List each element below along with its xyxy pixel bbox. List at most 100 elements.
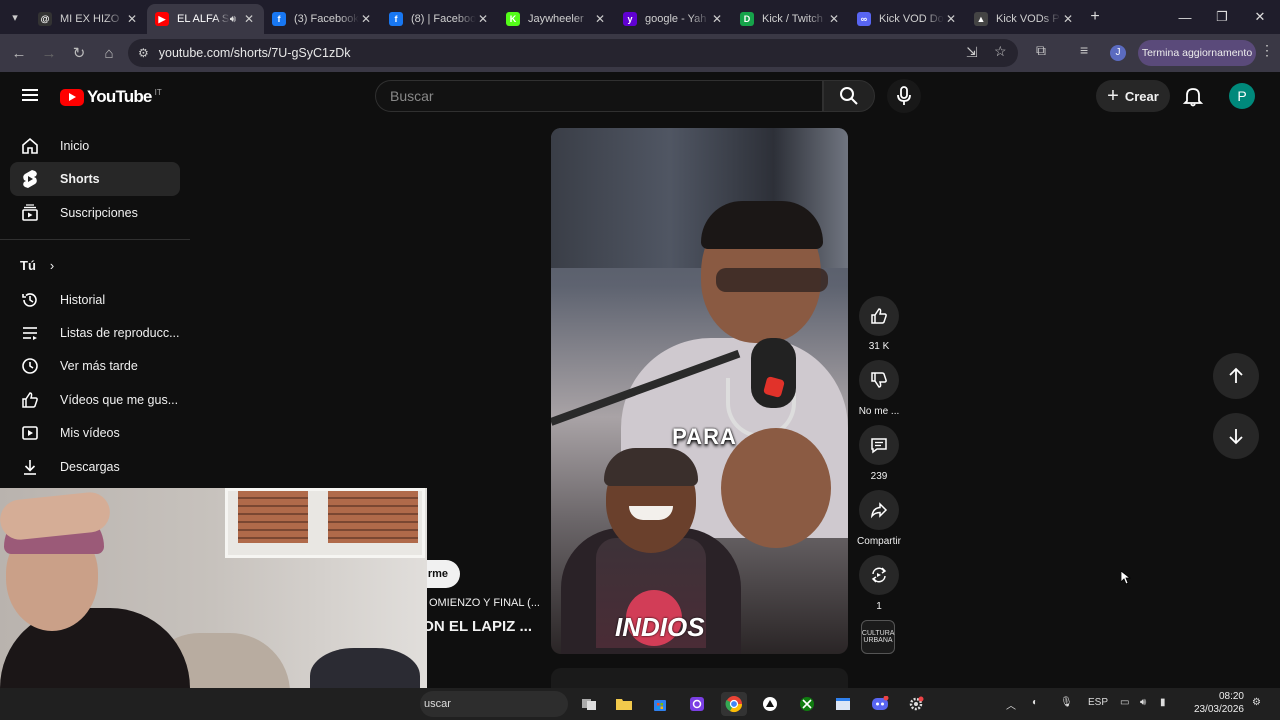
tab-close-icon[interactable]: ✕ <box>242 12 256 26</box>
sidebar-item-videos-que-me-gustan[interactable]: Vídeos que me gus... <box>10 383 180 417</box>
notification-center-icon[interactable]: ⚙ <box>1252 697 1261 708</box>
tab-close-icon[interactable]: ✕ <box>944 12 958 26</box>
update-browser-button[interactable]: Termina aggiornamento <box>1138 40 1256 66</box>
sidebar-item-descargas[interactable]: Descargas <box>10 450 180 484</box>
facebook-icon: f <box>389 12 403 26</box>
sidebar-item-listas[interactable]: Listas de reproducc... <box>10 316 180 350</box>
browser-tab[interactable]: f (3) Facebook ✕ <box>264 4 381 34</box>
browser-tab[interactable]: K Jaywheeler ✕ <box>498 4 615 34</box>
discord-icon[interactable] <box>867 692 893 716</box>
maximize-button[interactable]: ❐ <box>1203 0 1241 34</box>
plus-icon: + <box>1107 85 1119 107</box>
app-purple-icon[interactable] <box>684 692 710 716</box>
youtube-logo[interactable]: YouTube IT <box>60 87 162 107</box>
task-view-icon[interactable] <box>576 692 602 716</box>
battery-icon[interactable]: ▮ <box>1160 697 1166 708</box>
sidebar-item-suscripciones[interactable]: Suscripciones <box>10 196 180 230</box>
new-tab-button[interactable]: + <box>1083 8 1107 26</box>
browser-menu-icon[interactable]: ⋮ <box>1260 42 1274 59</box>
bookmark-star-icon[interactable]: ☆ <box>994 43 1007 60</box>
taskbar-clock[interactable]: 08:20 23/03/2026 <box>1188 690 1244 716</box>
search-input[interactable] <box>375 80 823 112</box>
address-bar[interactable]: ⚙ youtube.com/shorts/7U-gSyC1zDk ⇲ ☆ <box>128 39 1018 67</box>
sidebar-item-label: Descargas <box>60 460 120 474</box>
next-short-button[interactable] <box>1213 413 1259 459</box>
volume-icon[interactable]: 🔊︎ <box>1140 697 1146 708</box>
close-window-button[interactable]: ✕ <box>1241 0 1279 34</box>
next-short-preview[interactable] <box>551 668 848 688</box>
menu-hamburger-icon[interactable] <box>22 89 38 101</box>
media-controls-icon[interactable]: ≡ <box>1080 42 1088 58</box>
browser-tab[interactable]: ▶ EL ALFA S 🔊︎ ✕ <box>147 4 264 34</box>
studio-microphone <box>751 338 796 408</box>
voice-search-button[interactable] <box>887 79 921 113</box>
extensions-icon[interactable]: ⧉ <box>1036 42 1046 59</box>
account-avatar[interactable]: P <box>1229 83 1255 109</box>
you-heading-label: Tú <box>20 258 36 273</box>
app-black-icon[interactable] <box>757 692 783 716</box>
browser-tab[interactable]: @ MI EX HIZO ✕ <box>30 4 147 34</box>
you-section-heading[interactable]: Tú › <box>20 258 54 273</box>
browser-tab[interactable]: f (8) | Facebook ✕ <box>381 4 498 34</box>
tab-close-icon[interactable]: ✕ <box>1061 12 1075 26</box>
sidebar-item-label: Mis vídeos <box>60 426 120 440</box>
address-bar-url: youtube.com/shorts/7U-gSyC1zDk <box>158 46 351 60</box>
tab-close-icon[interactable]: ✕ <box>710 12 724 26</box>
sidebar-item-historial[interactable]: Historial <box>10 283 180 317</box>
browser-tab[interactable]: y google - Yah ✕ <box>615 4 732 34</box>
thumbs-down-icon <box>871 372 887 388</box>
channel-avatar[interactable]: CULTURA URBANA <box>861 620 895 654</box>
site-info-icon[interactable]: ⚙ <box>138 46 149 60</box>
remix-button[interactable] <box>859 555 899 595</box>
tray-mic-icon[interactable]: 🎙︎ <box>1060 697 1073 708</box>
tab-title: EL ALFA S <box>177 13 230 25</box>
previous-short-button[interactable] <box>1213 353 1259 399</box>
dislike-button[interactable] <box>859 360 899 400</box>
search-icon <box>840 87 858 105</box>
back-button[interactable]: ← <box>4 45 34 62</box>
tab-close-icon[interactable]: ✕ <box>827 12 841 26</box>
tab-close-icon[interactable]: ✕ <box>125 12 139 26</box>
browser-tab[interactable]: ▲ Kick VODs P ✕ <box>966 4 1083 34</box>
tab-close-icon[interactable]: ✕ <box>359 12 373 26</box>
chevron-up-icon[interactable]: ︿ <box>1006 697 1016 712</box>
cast-icon[interactable]: ⇲ <box>966 44 978 61</box>
like-button[interactable] <box>859 296 899 336</box>
notifications-bell-icon[interactable] <box>1182 85 1204 107</box>
sidebar-item-ver-mas-tarde[interactable]: Ver más tarde <box>10 349 180 383</box>
create-button[interactable]: + Crear <box>1096 80 1170 112</box>
profile-icon[interactable]: J <box>1110 45 1126 61</box>
vods-icon: ▲ <box>974 12 988 26</box>
chrome-icon[interactable] <box>721 692 747 716</box>
xbox-icon[interactable] <box>794 692 820 716</box>
tab-close-icon[interactable]: ✕ <box>593 12 607 26</box>
file-explorer-icon[interactable] <box>611 692 637 716</box>
search-button[interactable] <box>823 80 875 112</box>
shorts-video-player[interactable]: PARA INDIOS <box>551 128 848 654</box>
tab-audio-icon[interactable]: 🔊︎ <box>230 14 236 25</box>
threads-icon: @ <box>38 12 52 26</box>
forward-button[interactable]: → <box>34 45 64 62</box>
tab-title: Jaywheeler <box>528 13 584 25</box>
browser-tab[interactable]: ∞ Kick VOD Do ✕ <box>849 4 966 34</box>
share-button[interactable] <box>859 490 899 530</box>
mouse-cursor-icon <box>1121 571 1131 585</box>
tab-search-chevron-icon[interactable]: ▾ <box>0 0 30 34</box>
home-button[interactable]: ⌂ <box>94 45 124 62</box>
store-icon[interactable] <box>647 692 673 716</box>
sidebar-item-label: Suscripciones <box>60 206 138 220</box>
tray-app-icon[interactable]: ◐ <box>1032 697 1038 708</box>
sidebar-item-shorts[interactable]: Shorts <box>10 162 180 196</box>
sidebar-item-inicio[interactable]: Inicio <box>10 129 180 163</box>
app-window-icon[interactable] <box>830 692 856 716</box>
minimize-button[interactable]: — <box>1166 0 1204 34</box>
tab-close-icon[interactable]: ✕ <box>476 12 490 26</box>
browser-tab[interactable]: D Kick / Twitch ✕ <box>732 4 849 34</box>
reload-button[interactable]: ↻ <box>64 44 94 62</box>
language-indicator[interactable]: ESP <box>1088 697 1108 708</box>
settings-gear-icon[interactable] <box>903 692 929 716</box>
sidebar-item-mis-videos[interactable]: Mis vídeos <box>10 416 180 450</box>
comments-button[interactable] <box>859 425 899 465</box>
network-icon[interactable]: ▭ <box>1120 697 1129 708</box>
taskbar-search[interactable]: uscar <box>420 691 568 717</box>
